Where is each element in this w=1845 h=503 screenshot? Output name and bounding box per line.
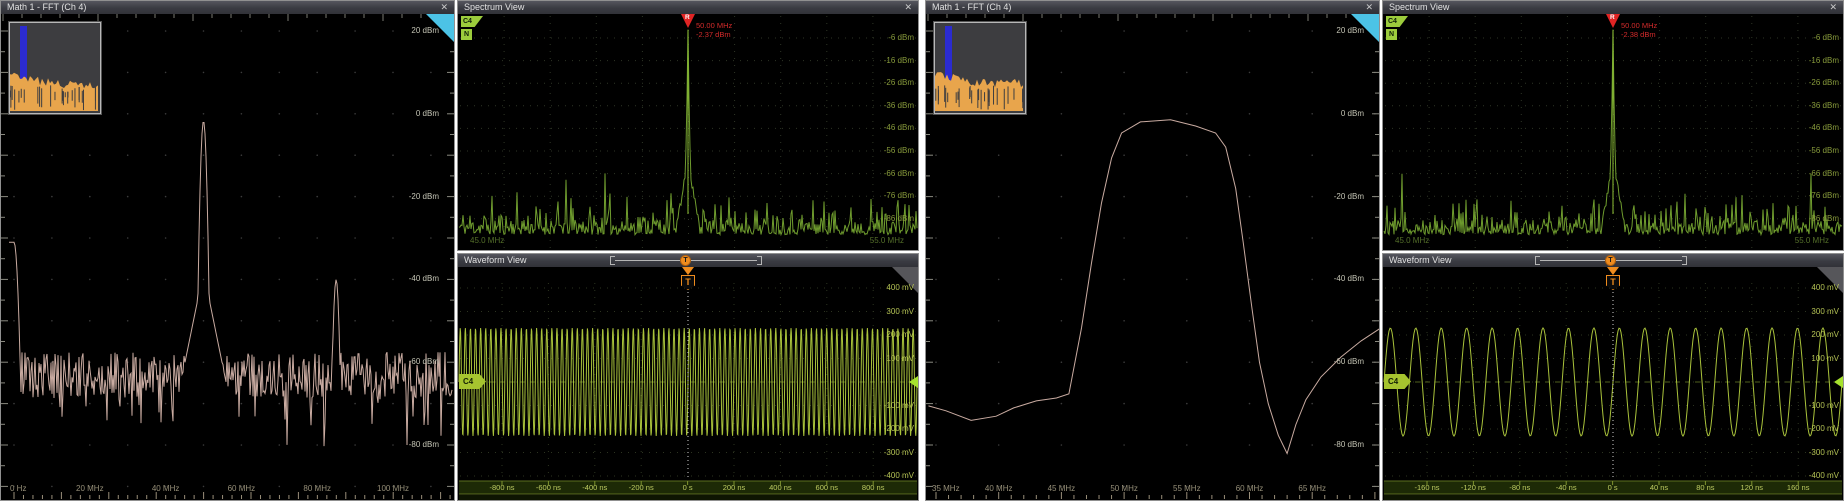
waveform-trace-canvas <box>1383 267 1843 500</box>
fft-thumbnail-graphic <box>935 23 1023 111</box>
reference-marker-label: R <box>1610 14 1615 21</box>
spectrum-plot-area[interactable]: C4 N R 50.00 MHz -2.37 dBm -6 dBm-16 dBm… <box>458 14 918 250</box>
normal-trace-badge[interactable]: N <box>461 29 472 40</box>
waveform-view-window: Waveform View T T C4 -160 ns-120 ns-80 n… <box>1382 253 1844 501</box>
close-icon[interactable]: ✕ <box>1829 1 1837 14</box>
reference-marker-icon[interactable]: R <box>1606 14 1620 28</box>
draw-a-box-zoom-icon[interactable] <box>1351 14 1379 42</box>
normal-trace-badge[interactable]: N <box>1386 29 1397 40</box>
spectrum-title: Spectrum View <box>464 1 524 14</box>
waveform-plot-area[interactable]: T C4 -160 ns-120 ns-80 ns-40 ns0 s40 ns8… <box>1383 267 1843 500</box>
spectrum-title: Spectrum View <box>1389 1 1449 14</box>
fft-plot-area[interactable]: 0 Hz20 MHz40 MHz60 MHz80 MHz100 MHz20 dB… <box>1 14 454 500</box>
fft-window-titlebar[interactable]: Math 1 - FFT (Ch 4) ✕ <box>926 1 1379 15</box>
marker-readout: 50.00 MHz -2.38 dBm <box>1621 21 1657 39</box>
marker-amplitude: -2.38 dBm <box>1621 30 1657 39</box>
fft-window: Math 1 - FFT (Ch 4) ✕ 0 Hz20 MHz40 MHz60… <box>0 0 455 501</box>
spectrum-view-window: Spectrum View ✕ C4 N R 50.00 MHz -2.37 d… <box>457 0 919 251</box>
spectrum-view-window: Spectrum View ✕ C4 N R 50.00 MHz -2.38 d… <box>1382 0 1844 251</box>
marker-readout: 50.00 MHz -2.37 dBm <box>696 21 732 39</box>
close-icon[interactable]: ✕ <box>1365 1 1373 14</box>
expansion-point-icon[interactable] <box>682 267 694 275</box>
spectrum-plot-area[interactable]: C4 N R 50.00 MHz -2.38 dBm -6 dBm-16 dBm… <box>1383 14 1843 250</box>
marker-frequency: 50.00 MHz <box>696 21 732 30</box>
fft-thumbnail-graphic <box>10 23 98 111</box>
zoom-corner-icon[interactable] <box>892 267 918 293</box>
waveform-plot-area[interactable]: T C4 -800 ns-600 ns-400 ns-200 ns0 s200 … <box>458 267 918 500</box>
close-icon[interactable]: ✕ <box>440 1 448 14</box>
spectrum-trace-canvas <box>1383 14 1843 250</box>
scrollbar-right-bracket <box>757 256 762 265</box>
zoom-corner-icon[interactable] <box>1817 267 1843 293</box>
marker-amplitude: -2.37 dBm <box>696 30 732 39</box>
trigger-position-indicator[interactable]: T <box>680 255 691 266</box>
trigger-position-indicator[interactable]: T <box>1605 255 1616 266</box>
oscilloscope-screen: Math 1 - FFT (Ch 4) ✕ 0 Hz20 MHz40 MHz60… <box>0 0 1845 503</box>
fft-plot-area[interactable]: 35 MHz40 MHz45 MHz50 MHz55 MHz60 MHz65 M… <box>926 14 1379 500</box>
reference-marker-label: R <box>685 14 690 21</box>
waveform-title: Waveform View <box>464 254 527 267</box>
trigger-level-arrow-icon[interactable] <box>1834 376 1843 388</box>
fft-preview-thumbnail[interactable] <box>934 22 1026 114</box>
waveform-title: Waveform View <box>1389 254 1452 267</box>
marker-frequency: 50.00 MHz <box>1621 21 1657 30</box>
waveform-titlebar[interactable]: Waveform View T <box>458 254 918 268</box>
fft-window: Math 1 - FFT (Ch 4) ✕ 35 MHz40 MHz45 MHz… <box>925 0 1380 501</box>
fft-window-title: Math 1 - FFT (Ch 4) <box>7 1 86 14</box>
scope-view-left: Math 1 - FFT (Ch 4) ✕ 0 Hz20 MHz40 MHz60… <box>0 0 920 503</box>
horizontal-pan-scrollbar[interactable]: T <box>610 256 762 265</box>
horizontal-pan-scrollbar[interactable]: T <box>1535 256 1687 265</box>
scrollbar-right-bracket <box>1682 256 1687 265</box>
spectrum-trace-canvas <box>458 14 918 250</box>
draw-a-box-zoom-icon[interactable] <box>426 14 454 42</box>
expansion-point-icon[interactable] <box>1607 267 1619 275</box>
spectrum-titlebar[interactable]: Spectrum View ✕ <box>1383 1 1843 15</box>
waveform-view-window: Waveform View T T C4 -800 ns-600 ns-400 … <box>457 253 919 501</box>
waveform-trace-canvas <box>458 267 918 500</box>
waveform-titlebar[interactable]: Waveform View T <box>1383 254 1843 268</box>
fft-preview-thumbnail[interactable] <box>9 22 101 114</box>
scope-view-right: Math 1 - FFT (Ch 4) ✕ 35 MHz40 MHz45 MHz… <box>925 0 1845 503</box>
fft-window-titlebar[interactable]: Math 1 - FFT (Ch 4) ✕ <box>1 1 454 15</box>
close-icon[interactable]: ✕ <box>904 1 912 14</box>
fft-window-title: Math 1 - FFT (Ch 4) <box>932 1 1011 14</box>
trigger-level-arrow-icon[interactable] <box>909 376 918 388</box>
reference-marker-icon[interactable]: R <box>681 14 695 28</box>
spectrum-titlebar[interactable]: Spectrum View ✕ <box>458 1 918 15</box>
